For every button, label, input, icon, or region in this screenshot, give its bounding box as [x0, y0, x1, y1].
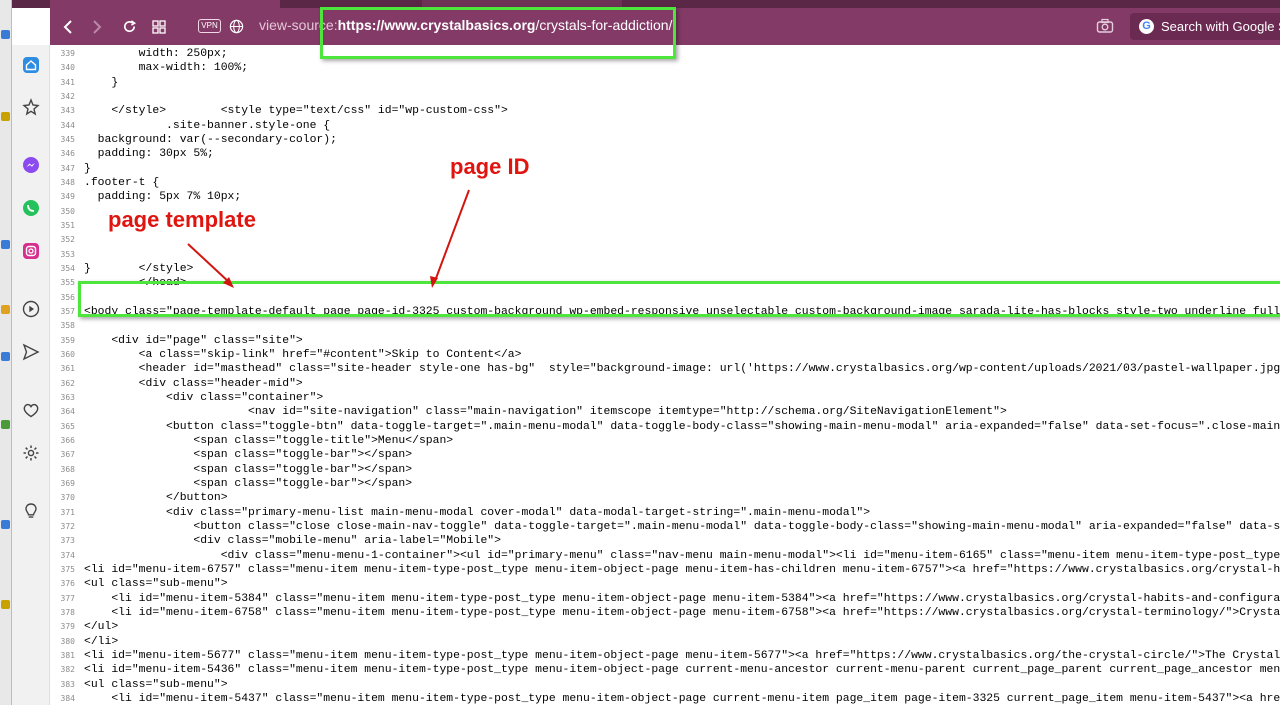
- annotation-arrows: [187, 189, 470, 288]
- page-id-arrow: [434, 189, 470, 282]
- page-id-arrowhead: [430, 276, 438, 288]
- page-template-arrow: [187, 243, 231, 284]
